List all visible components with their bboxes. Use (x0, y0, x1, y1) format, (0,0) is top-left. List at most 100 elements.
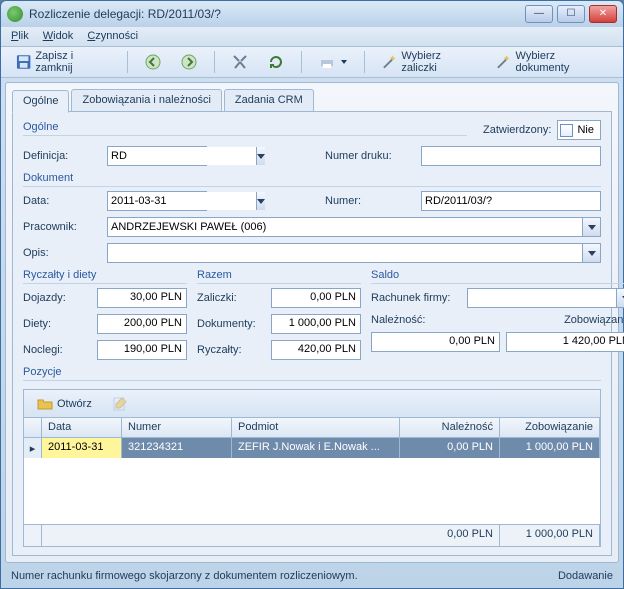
desc-combo[interactable] (107, 243, 601, 263)
printer-icon (319, 54, 335, 70)
cell-recv[interactable]: 0,00 PLN (400, 438, 500, 458)
account-combo[interactable] (467, 288, 624, 308)
open-button[interactable]: Otwórz (30, 392, 99, 416)
lodging-value[interactable]: 190,00 PLN (97, 340, 187, 360)
separator (127, 51, 128, 73)
number-input[interactable] (421, 191, 601, 211)
open-label: Otwórz (57, 398, 92, 410)
col-number[interactable]: Numer (122, 418, 232, 437)
status-text: Numer rachunku firmowego skojarzony z do… (11, 570, 358, 585)
save-close-label: Zapisz i zamknij (35, 50, 110, 74)
nav-back-button[interactable] (138, 50, 168, 74)
section-balance-title: Saldo (371, 269, 624, 284)
toolbar: Zapisz i zamknij Wybierz zaliczki Wybier… (1, 47, 623, 78)
definition-combo[interactable] (107, 146, 207, 166)
cell-date[interactable]: 2011-03-31 (42, 438, 122, 458)
choose-docs-label: Wybierz dokumenty (516, 50, 608, 74)
choose-advances-button[interactable]: Wybierz zaliczki (375, 50, 483, 74)
choose-docs-button[interactable]: Wybierz dokumenty (489, 50, 615, 74)
cell-number[interactable]: 321234321 (122, 438, 232, 458)
cell-subject[interactable]: ZEFIR J.Nowak i E.Nowak ... (232, 438, 400, 458)
col-subject[interactable]: Podmiot (232, 418, 400, 437)
approved-label: Zatwierdzony: (483, 124, 551, 136)
approved-checkbox[interactable]: Nie (557, 120, 601, 140)
refresh-button[interactable] (261, 50, 291, 74)
account-label: Rachunek firmy: (371, 292, 461, 304)
tools-icon (232, 54, 248, 70)
status-mode: Dodawanie (558, 570, 613, 585)
liab-value: 1 420,00 PLN (506, 332, 624, 352)
date-combo[interactable] (107, 191, 207, 211)
choose-advances-label: Wybierz zaliczki (401, 50, 476, 74)
nav-fwd-button[interactable] (174, 50, 204, 74)
checkbox-icon (560, 124, 573, 137)
chevron-down-icon[interactable] (256, 192, 265, 210)
definition-input[interactable] (108, 147, 256, 165)
menu-view[interactable]: Widok (43, 30, 74, 42)
wand-icon (382, 54, 397, 70)
commute-value[interactable]: 30,00 PLN (97, 288, 187, 308)
app-icon (7, 6, 23, 22)
wand-icon (496, 54, 511, 70)
recv-value: 0,00 PLN (371, 332, 500, 352)
tab-general[interactable]: Ogólne (12, 90, 69, 113)
save-close-button[interactable]: Zapisz i zamknij (9, 50, 117, 74)
grid-header: Data Numer Podmiot Należność Zobowiązani… (24, 418, 600, 438)
print-no-input[interactable] (421, 146, 601, 166)
positions-toolbar: Otwórz (23, 389, 601, 417)
arrow-right-icon (181, 54, 197, 70)
employee-label: Pracownik: (23, 221, 101, 233)
account-input[interactable] (468, 289, 616, 307)
separator (214, 51, 215, 73)
chevron-down-icon[interactable] (256, 147, 265, 165)
col-recv[interactable]: Należność (400, 418, 500, 437)
maximize-button[interactable]: ☐ (557, 5, 585, 23)
menu-actions[interactable]: Czynności (87, 30, 138, 42)
chevron-down-icon[interactable] (582, 218, 600, 236)
footer-recv: 0,00 PLN (400, 525, 500, 546)
row-indicator-icon: ▸ (24, 438, 42, 458)
employee-combo[interactable] (107, 217, 601, 237)
chevron-down-icon[interactable] (582, 244, 600, 262)
tabstrip: Ogólne Zobowiązania i należności Zadania… (12, 89, 612, 112)
minimize-button[interactable]: — (525, 5, 553, 23)
tab-crm[interactable]: Zadania CRM (224, 89, 314, 112)
window: Rozliczenie delegacji: RD/2011/03/? — ☐ … (0, 0, 624, 589)
date-input[interactable] (108, 192, 256, 210)
desc-input[interactable] (108, 244, 582, 262)
definition-label: Definicja: (23, 150, 101, 162)
col-date[interactable]: Data (42, 418, 122, 437)
print-button[interactable] (312, 50, 354, 74)
table-row[interactable]: ▸ 2011-03-31 321234321 ZEFIR J.Nowak i E… (24, 438, 600, 458)
flat-total-value: 420,00 PLN (271, 340, 361, 360)
tab-panel-general: Ogólne Zatwierdzony: Nie Definicja: Nume… (12, 111, 612, 556)
diet-label: Diety: (23, 318, 91, 330)
section-positions-title: Pozycje (23, 366, 601, 381)
section-document-title: Dokument (23, 172, 601, 187)
chevron-down-icon[interactable] (616, 289, 624, 307)
positions-grid[interactable]: Data Numer Podmiot Należność Zobowiązani… (23, 417, 601, 547)
close-button[interactable]: ✕ (589, 5, 617, 23)
separator (364, 51, 365, 73)
docs-label: Dokumenty: (197, 318, 265, 330)
grid-footer: 0,00 PLN 1 000,00 PLN (24, 524, 600, 546)
section-flat-title: Ryczałty i diety (23, 269, 187, 284)
flat-total-label: Ryczałty: (197, 344, 265, 356)
tools-button[interactable] (225, 50, 255, 74)
disk-icon (16, 54, 31, 70)
section-totals-title: Razem (197, 269, 361, 284)
tab-obligations[interactable]: Zobowiązania i należności (71, 89, 221, 112)
commute-label: Dojazdy: (23, 292, 91, 304)
section-general-title: Ogólne (23, 121, 467, 136)
employee-input[interactable] (108, 218, 582, 236)
titlebar: Rozliczenie delegacji: RD/2011/03/? — ☐ … (1, 1, 623, 27)
diet-value[interactable]: 200,00 PLN (97, 314, 187, 334)
col-liab[interactable]: Zobowiązanie (500, 418, 600, 437)
refresh-icon (268, 54, 284, 70)
edit-button[interactable] (105, 392, 135, 416)
client-area: Ogólne Zobowiązania i należności Zadania… (5, 82, 619, 563)
lodging-label: Noclegi: (23, 344, 91, 356)
statusbar: Numer rachunku firmowego skojarzony z do… (1, 567, 623, 588)
menu-file[interactable]: Plik (11, 30, 29, 42)
cell-liab[interactable]: 1 000,00 PLN (500, 438, 600, 458)
